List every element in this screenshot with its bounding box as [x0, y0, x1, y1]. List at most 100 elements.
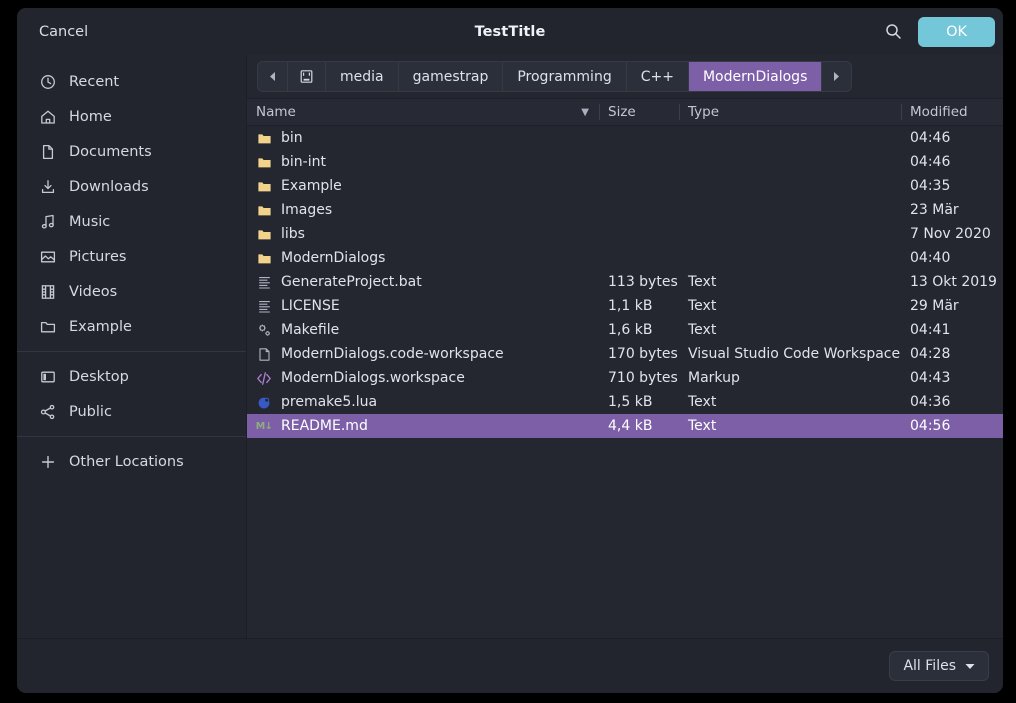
file-size-cell: 1,5 kB: [608, 394, 653, 410]
file-row[interactable]: bin-int 04:46: [247, 150, 1003, 174]
column-header-size[interactable]: Size: [599, 99, 679, 125]
sidebar-item-recent[interactable]: Recent: [23, 64, 240, 99]
sidebar-item-other-locations[interactable]: Other Locations: [23, 444, 240, 479]
file-type-cell: Markup: [688, 370, 740, 386]
markup-code-icon: [256, 370, 272, 386]
sidebar-item-public[interactable]: Public: [23, 394, 240, 429]
home-icon: [39, 108, 56, 125]
file-modified-cell: 04:28: [910, 346, 951, 362]
file-row[interactable]: Images 23 Mär: [247, 198, 1003, 222]
file-name-label: bin-int: [281, 154, 326, 170]
file-name-cell: ModernDialogs: [247, 250, 599, 266]
breadcrumb-item-gamestrap[interactable]: gamestrap: [398, 62, 504, 91]
file-type-cell: Visual Studio Code Workspace: [688, 346, 901, 362]
text-file-icon: [256, 298, 272, 314]
sidebar-item-videos[interactable]: Videos: [23, 274, 240, 309]
file-row[interactable]: Makefile 1,6 kB Text 04:41: [247, 318, 1003, 342]
sidebar-group-other: Other Locations: [17, 444, 246, 479]
music-note-icon: [39, 213, 56, 230]
column-header-modified[interactable]: Modified: [901, 99, 1003, 125]
chevron-right-icon[interactable]: [822, 62, 852, 91]
column-header-type[interactable]: Type: [679, 99, 901, 125]
file-size-cell: 1,1 kB: [608, 298, 653, 314]
file-modified-cell: 04:43: [910, 370, 951, 386]
search-icon[interactable]: [878, 17, 908, 47]
file-name-cell: bin-int: [247, 154, 599, 170]
file-name-label: ModernDialogs.code-workspace: [281, 346, 504, 362]
file-chooser-dialog: Cancel TestTitle OK Recent Home Document…: [17, 8, 1003, 693]
sidebar-item-pictures[interactable]: Pictures: [23, 239, 240, 274]
file-row[interactable]: GenerateProject.bat 113 bytes Text 13 Okt 2…: [247, 270, 1003, 294]
sidebar-item-label: Pictures: [69, 248, 127, 265]
file-modified-cell: 04:56: [910, 418, 951, 434]
ok-button[interactable]: OK: [918, 16, 995, 47]
chevron-down-icon: [965, 658, 975, 674]
file-list-header: Name ▼ Size Type Modified: [247, 98, 1003, 126]
breadcrumb-item-cpp[interactable]: C++: [626, 62, 689, 91]
breadcrumb-item-media[interactable]: media: [326, 62, 399, 91]
breadcrumb-item-programming[interactable]: Programming: [503, 62, 627, 91]
harddisk-icon[interactable]: [288, 62, 326, 91]
blank-page-icon: [256, 346, 272, 362]
pathbar-row: media gamestrap Programming C++ ModernDi…: [247, 55, 1003, 98]
file-filter-dropdown[interactable]: All Files: [889, 651, 989, 681]
folder-icon: [39, 318, 56, 335]
file-row[interactable]: bin 04:46: [247, 126, 1003, 150]
folder-icon: [256, 250, 272, 266]
file-name-cell: ModernDialogs.workspace: [247, 370, 599, 386]
file-name-label: bin: [281, 130, 303, 146]
file-name-cell: Makefile: [247, 322, 599, 338]
download-icon: [39, 178, 56, 195]
file-modified-cell: 23 Mär: [910, 202, 959, 218]
file-row[interactable]: ModernDialogs 04:40: [247, 246, 1003, 270]
sidebar-item-label: Videos: [69, 283, 118, 300]
file-modified-cell: 04:46: [910, 130, 951, 146]
document-icon: [39, 143, 56, 160]
sidebar-item-downloads[interactable]: Downloads: [23, 169, 240, 204]
breadcrumb[interactable]: media gamestrap Programming C++ ModernDi…: [257, 61, 853, 92]
file-row[interactable]: ModernDialogs.workspace 710 bytes Markup 04…: [247, 366, 1003, 390]
file-row[interactable]: ModernDialogs.code-workspace 170 bytes Vis…: [247, 342, 1003, 366]
folder-icon: [256, 226, 272, 242]
sidebar-item-label: Other Locations: [69, 453, 184, 470]
chevron-left-icon[interactable]: [258, 62, 288, 91]
file-row[interactable]: Example 04:35: [247, 174, 1003, 198]
breadcrumb-item-moderndialogs[interactable]: ModernDialogs: [688, 62, 823, 91]
file-name-cell: libs: [247, 226, 599, 242]
sidebar-item-label: Public: [69, 403, 112, 420]
column-header-label: Name: [256, 104, 296, 120]
file-type-cell: Text: [688, 322, 717, 338]
text-file-icon: [256, 274, 272, 290]
file-row[interactable]: premake5.lua 1,5 kB Text 04:36: [247, 390, 1003, 414]
sidebar-item-music[interactable]: Music: [23, 204, 240, 239]
sort-descending-icon: ▼: [581, 106, 589, 118]
file-name-label: Makefile: [281, 322, 340, 338]
sidebar-item-desktop[interactable]: Desktop: [23, 359, 240, 394]
file-name-cell: premake5.lua: [247, 394, 599, 410]
file-row[interactable]: libs 7 Nov 2020: [247, 222, 1003, 246]
sidebar-divider: [17, 436, 246, 437]
footer-bar: All Files: [17, 638, 1003, 693]
file-name-label: ModernDialogs.workspace: [281, 370, 465, 386]
column-header-name[interactable]: Name ▼: [247, 99, 599, 125]
plus-icon: [39, 453, 56, 470]
file-type-cell: Text: [688, 394, 717, 410]
sidebar-item-home[interactable]: Home: [23, 99, 240, 134]
sidebar-item-label: Music: [69, 213, 111, 230]
places-sidebar[interactable]: Recent Home Documents Downloads Music Pi…: [17, 55, 247, 638]
sidebar-item-documents[interactable]: Documents: [23, 134, 240, 169]
sidebar-item-example[interactable]: Example: [23, 309, 240, 344]
file-modified-cell: 29 Mär: [910, 298, 959, 314]
file-modified-cell: 04:40: [910, 250, 951, 266]
sidebar-item-label: Recent: [69, 73, 120, 90]
file-row[interactable]: M↓ README.md 4,4 kB Text 04:56: [247, 414, 1003, 438]
cancel-button[interactable]: Cancel: [25, 18, 102, 46]
file-name-label: Example: [281, 178, 342, 194]
folder-icon: [256, 202, 272, 218]
column-header-label: Modified: [910, 104, 968, 120]
header-actions: OK: [878, 16, 995, 47]
sidebar-divider: [17, 351, 246, 352]
file-row[interactable]: LICENSE 1,1 kB Text 29 Mär: [247, 294, 1003, 318]
file-size-cell: 113 bytes: [608, 274, 678, 290]
file-list[interactable]: bin 04:46 bin-int 04:46 Example 04:35 Images 23…: [247, 126, 1003, 638]
